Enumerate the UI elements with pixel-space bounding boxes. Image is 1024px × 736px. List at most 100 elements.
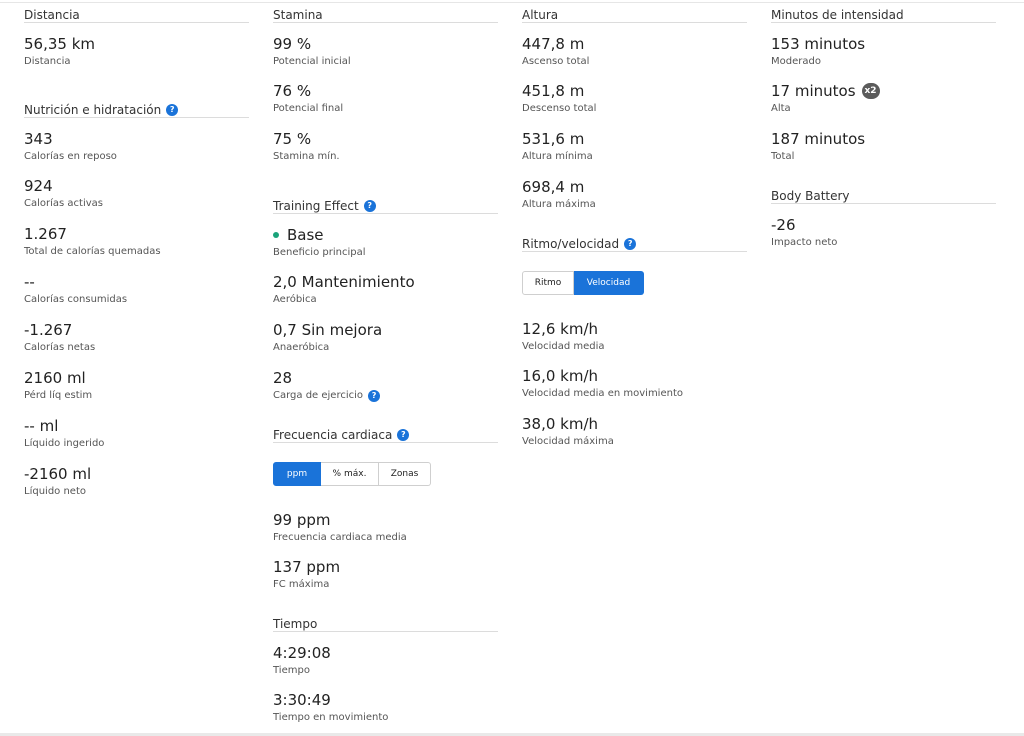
stat-label: Líquido neto bbox=[24, 486, 86, 497]
stat-label: Potencial final bbox=[273, 103, 344, 114]
stat-value: 12,6 km/h bbox=[522, 320, 599, 338]
stat-item: 698,4 m Altura máxima bbox=[522, 167, 747, 215]
intensidad-section: Minutos de intensidad 153 minutos Moderad… bbox=[771, 0, 996, 167]
stat-label: Total bbox=[771, 151, 795, 162]
help-icon[interactable]: ? bbox=[397, 428, 410, 441]
tab-pct-max[interactable]: % máx. bbox=[321, 462, 379, 486]
stamina-section: Stamina 99 % Potencial inicial 76 % Potenc… bbox=[273, 0, 498, 167]
stat-value: 99 ppm bbox=[273, 511, 331, 529]
stat-item: 99 ppm Frecuencia cardiaca media bbox=[273, 499, 498, 547]
section-title: Training Effect ? bbox=[273, 191, 498, 214]
tab-zonas[interactable]: Zonas bbox=[379, 462, 431, 486]
base-dot-icon bbox=[273, 232, 279, 238]
stat-label: Total de calorías quemadas bbox=[24, 246, 161, 257]
stat-label: Calorías activas bbox=[24, 198, 103, 209]
column-stamina-training-hr-time: Stamina 99 % Potencial inicial 76 % Potenc… bbox=[273, 0, 498, 728]
stat-item: 56,35 km Distancia bbox=[24, 23, 249, 71]
section-title: Tiempo bbox=[273, 609, 498, 632]
stat-label: Potencial inicial bbox=[273, 56, 351, 67]
column-distance-nutrition: Distancia 56,35 km Distancia Nutrición e… bbox=[24, 0, 249, 502]
stat-item: 451,8 m Descenso total bbox=[522, 71, 747, 119]
body-battery-header: Body Battery bbox=[771, 188, 850, 203]
stat-label: Tiempo en movimiento bbox=[273, 712, 389, 723]
training-effect-header: Training Effect bbox=[273, 198, 359, 213]
stat-value: 451,8 m bbox=[522, 82, 585, 100]
stat-value: 99 % bbox=[273, 35, 312, 53]
stat-label: Aeróbica bbox=[273, 294, 317, 305]
stat-value: -1.267 bbox=[24, 321, 73, 339]
pace-speed-toggle: Ritmo Velocidad bbox=[522, 271, 747, 295]
distancia-header: Distancia bbox=[24, 7, 80, 22]
stat-label: Ascenso total bbox=[522, 56, 590, 67]
stat-label: Anaeróbica bbox=[273, 342, 330, 353]
stat-label: Velocidad media en movimiento bbox=[522, 388, 683, 399]
load-label-text: Carga de ejercicio bbox=[273, 390, 364, 401]
stat-item: 447,8 m Ascenso total bbox=[522, 23, 747, 71]
column-intensity-battery: Minutos de intensidad 153 minutos Moderad… bbox=[771, 0, 996, 252]
stat-value: -2160 ml bbox=[24, 465, 92, 483]
stat-value: 2160 ml bbox=[24, 369, 86, 387]
intensidad-header: Minutos de intensidad bbox=[771, 7, 904, 22]
tab-velocidad[interactable]: Velocidad bbox=[574, 271, 644, 295]
stat-label: Moderado bbox=[771, 56, 821, 67]
stat-value: 137 ppm bbox=[273, 558, 341, 576]
stat-value: -- bbox=[24, 273, 35, 291]
stat-label: FC máxima bbox=[273, 579, 330, 590]
help-icon[interactable]: ? bbox=[368, 390, 381, 402]
primary-benefit-text: Base bbox=[287, 226, 324, 244]
stat-value: -26 bbox=[771, 216, 796, 234]
stat-label: Pérd líq estim bbox=[24, 390, 93, 401]
stat-item: -- ml Líquido ingerido bbox=[24, 406, 249, 454]
stat-value: 3:30:49 bbox=[273, 691, 331, 709]
section-title: Nutrición e hidratación ? bbox=[24, 95, 249, 118]
stat-label: Stamina mín. bbox=[273, 151, 340, 162]
tab-ppm[interactable]: ppm bbox=[273, 462, 321, 486]
altura-header: Altura bbox=[522, 7, 559, 22]
section-title: Stamina bbox=[273, 0, 498, 23]
stat-value: 4:29:08 bbox=[273, 644, 331, 662]
stat-item: 12,6 km/h Velocidad media bbox=[522, 308, 747, 356]
stat-item: 16,0 km/h Velocidad media en movimiento bbox=[522, 356, 747, 404]
distance-label: Distancia bbox=[24, 56, 71, 67]
stat-item: 0,7 Sin mejora Anaeróbica bbox=[273, 310, 498, 358]
section-title: Body Battery bbox=[771, 181, 996, 204]
tiempo-section: Tiempo 4:29:08 Tiempo 3:30:49 Tiempo en mo… bbox=[273, 609, 498, 728]
section-title: Ritmo/velocidad ? bbox=[522, 229, 747, 252]
stat-label: Calorías en reposo bbox=[24, 151, 117, 162]
nutricion-header: Nutrición e hidratación bbox=[24, 102, 162, 117]
stat-label: Tiempo bbox=[273, 665, 310, 676]
stat-item: -26 Impacto neto bbox=[771, 204, 996, 252]
stat-item: 343 Calorías en reposo bbox=[24, 118, 249, 166]
stat-value: 153 minutos bbox=[771, 35, 866, 53]
body-battery-section: Body Battery -26 Impacto neto bbox=[771, 181, 996, 252]
x2-badge: x2 bbox=[861, 83, 880, 99]
tab-ritmo[interactable]: Ritmo bbox=[522, 271, 574, 295]
stat-value: 75 % bbox=[273, 130, 312, 148]
altura-section: Altura 447,8 m Ascenso total 451,8 m Desce… bbox=[522, 0, 747, 215]
stat-label: Impacto neto bbox=[771, 237, 838, 248]
help-icon[interactable]: ? bbox=[166, 103, 179, 116]
frecuencia-header: Frecuencia cardiaca bbox=[273, 427, 393, 442]
stat-item: Base Beneficio principal bbox=[273, 214, 498, 262]
frecuencia-section: Frecuencia cardiaca ? ppm % máx. Zonas 9… bbox=[273, 420, 498, 595]
stat-value: 28 bbox=[273, 369, 293, 387]
ritmo-header: Ritmo/velocidad bbox=[522, 236, 620, 251]
stat-label: Velocidad media bbox=[522, 341, 605, 352]
high-minutes-text: 17 minutos bbox=[771, 82, 856, 100]
stat-value: 924 bbox=[24, 177, 53, 195]
help-icon[interactable]: ? bbox=[624, 237, 637, 250]
stat-value: 0,7 Sin mejora bbox=[273, 321, 383, 339]
stat-item: 2160 ml Pérd líq estim bbox=[24, 358, 249, 406]
stat-label: Carga de ejercicio? bbox=[273, 390, 498, 402]
stat-value: 531,6 m bbox=[522, 130, 585, 148]
stat-item: 2,0 Mantenimiento Aeróbica bbox=[273, 262, 498, 310]
stat-label: Calorías netas bbox=[24, 342, 96, 353]
stat-item: 1.267 Total de calorías quemadas bbox=[24, 214, 249, 262]
stat-item: 137 ppm FC máxima bbox=[273, 547, 498, 595]
stat-label: Altura mínima bbox=[522, 151, 593, 162]
stat-label: Velocidad máxima bbox=[522, 436, 614, 447]
help-icon[interactable]: ? bbox=[363, 199, 376, 212]
hr-unit-toggle: ppm % máx. Zonas bbox=[273, 462, 498, 486]
stat-label: Alta bbox=[771, 103, 791, 114]
stat-value: 17 minutos x2 bbox=[771, 82, 996, 100]
